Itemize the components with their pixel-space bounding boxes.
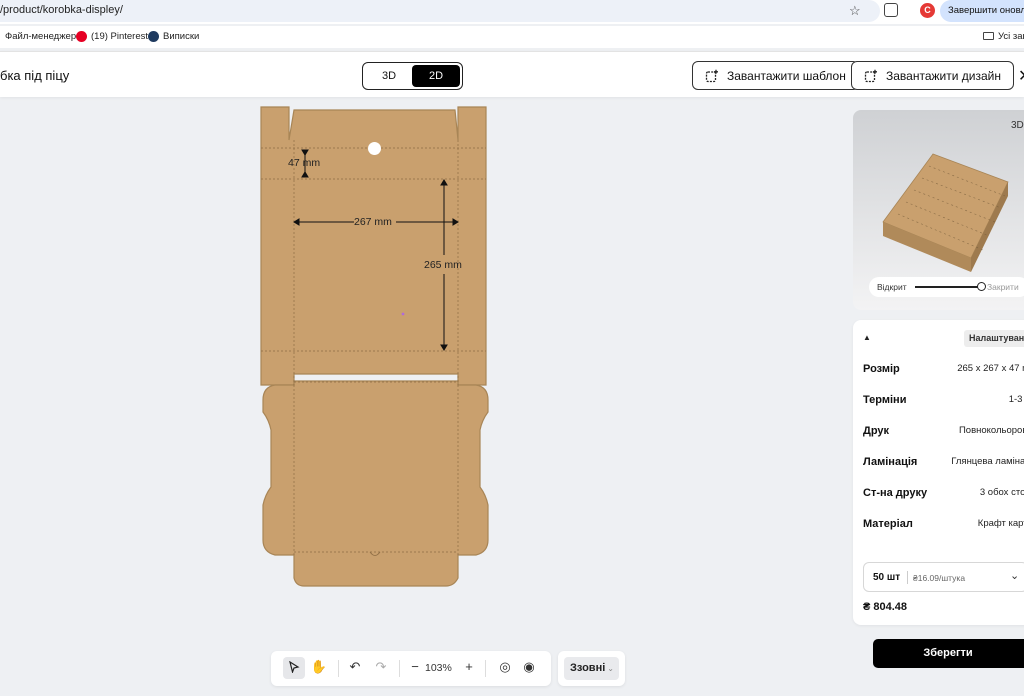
view-3d-button[interactable]: 3D <box>365 65 413 87</box>
slider-track[interactable] <box>915 286 981 288</box>
unit-price: ₴16.09/штука <box>913 573 966 583</box>
collapse-caret-icon[interactable]: ▲ <box>863 333 871 342</box>
profile-avatar-icon[interactable]: C <box>920 3 935 18</box>
spec-label: Матеріал <box>863 518 913 530</box>
product-title: бка під піцу <box>0 68 70 83</box>
spec-value: 3 обох сторін <box>979 487 1024 498</box>
quantity-select[interactable]: 50 шт ₴16.09/штука ⌄ <box>863 562 1024 592</box>
folder-icon <box>983 32 994 40</box>
box-dieline[interactable] <box>258 100 492 590</box>
slider-knob[interactable] <box>977 282 986 291</box>
spec-value: 1-3 дні <box>1008 394 1024 405</box>
slider-close-label: Закрити <box>987 282 1019 292</box>
chevron-down-icon: ⌄ <box>1010 570 1020 582</box>
spec-label: Друк <box>863 425 890 437</box>
update-button[interactable]: Завершити оновлен <box>940 0 1024 22</box>
all-bookmarks[interactable]: Усі закл <box>983 31 1024 42</box>
quantity-divider <box>907 571 908 584</box>
url-text[interactable]: /product/korobka-displey/ <box>0 4 123 16</box>
bookmarks-bar: Файл-менеджер (19) Pinterest Виписки Усі… <box>0 26 1024 48</box>
spec-label: Розмір <box>863 363 900 375</box>
upload-design-icon <box>864 69 877 82</box>
browser-url-bar: /product/korobka-displey/ ☆ C Завершити … <box>0 0 1024 24</box>
spec-value: Глянцева ламінація <box>951 456 1024 467</box>
bookmark-label: Файл-менеджер <box>5 31 77 42</box>
toolbar-divider <box>338 660 339 677</box>
settings-panel: ▲ Налаштування Розмір 265 x 267 x 47 mm … <box>853 320 1024 625</box>
print-side-select[interactable]: Ззовні ⌄ <box>558 651 625 686</box>
3d-preview-panel[interactable]: 3D Відкрит Закрити <box>853 110 1024 310</box>
zoom-out-icon[interactable]: − <box>405 659 425 674</box>
height-dimension-label: 47 mm <box>288 157 321 169</box>
length-dimension-label: 265 mm <box>424 259 462 271</box>
finger-hole <box>368 142 381 155</box>
preview-eye-icon[interactable]: ◉ <box>519 659 539 675</box>
close-icon[interactable]: ✕ <box>1018 66 1024 86</box>
zoom-level: 103% <box>425 662 452 674</box>
bookmark-statements[interactable]: Виписки <box>148 31 199 42</box>
total-price: ₴ 804.48 <box>863 601 908 613</box>
bookmark-file-manager[interactable]: Файл-менеджер <box>5 31 76 42</box>
spec-value: Крафт картон <box>977 518 1024 529</box>
view-2d-button[interactable]: 2D <box>412 65 460 87</box>
chevron-down-icon: ⌄ <box>607 664 614 673</box>
width-dimension-label: 267 mm <box>354 216 392 228</box>
pinterest-icon <box>76 31 87 42</box>
lid-slider[interactable]: Відкрит Закрити <box>869 277 1024 297</box>
extensions-icon[interactable] <box>884 3 898 17</box>
view-mode-toggle: 3D 2D <box>362 62 463 90</box>
print-side-value: Ззовні <box>570 662 606 674</box>
address-bar[interactable]: /product/korobka-displey/ <box>0 0 880 22</box>
select-tool-icon[interactable] <box>283 657 305 679</box>
upload-template-button[interactable]: Завантажити шаблон <box>692 61 859 90</box>
statements-icon <box>148 31 159 42</box>
spec-label: Терміни <box>863 394 907 406</box>
undo-icon[interactable]: ↶ <box>345 659 365 675</box>
slider-open-label: Відкрит <box>877 282 907 292</box>
bookmark-label: Виписки <box>163 31 200 42</box>
upload-template-label: Завантажити шаблон <box>727 68 846 83</box>
spec-value: 265 x 267 x 47 mm <box>957 363 1024 374</box>
bookmark-pinterest[interactable]: (19) Pinterest <box>76 31 148 42</box>
toolbar-divider <box>399 660 400 677</box>
toolbar-divider <box>485 660 486 677</box>
print-side-dropdown[interactable]: Ззовні ⌄ <box>564 657 619 680</box>
spec-label: Ламінація <box>863 456 918 468</box>
all-bookmarks-label: Усі закл <box>998 31 1024 42</box>
spec-value: Повнокольоровий <box>958 425 1024 436</box>
hand-tool-icon[interactable]: ✋ <box>309 659 329 675</box>
editor-header: бка під піцу 3D 2D Завантажити шаблон За… <box>0 51 1024 97</box>
upload-design-button[interactable]: Завантажити дизайн <box>851 61 1014 90</box>
bookmark-label: (19) Pinterest <box>91 31 149 42</box>
upload-design-label: Завантажити дизайн <box>886 68 1001 83</box>
spec-label: Ст-на друку <box>863 487 928 499</box>
bookmark-star-icon[interactable]: ☆ <box>849 3 861 19</box>
redo-icon[interactable]: ↷ <box>371 659 391 675</box>
fit-view-icon[interactable]: ◎ <box>495 659 515 675</box>
save-button[interactable]: Зберегти <box>873 639 1024 668</box>
settings-tab[interactable]: Налаштування <box>964 330 1024 347</box>
upload-template-icon <box>705 69 718 82</box>
quantity-value: 50 шт <box>873 572 901 583</box>
canvas-toolbar: ✋ ↶ ↷ − 103% + ◎ ◉ <box>271 651 551 686</box>
zoom-in-icon[interactable]: + <box>459 659 479 674</box>
